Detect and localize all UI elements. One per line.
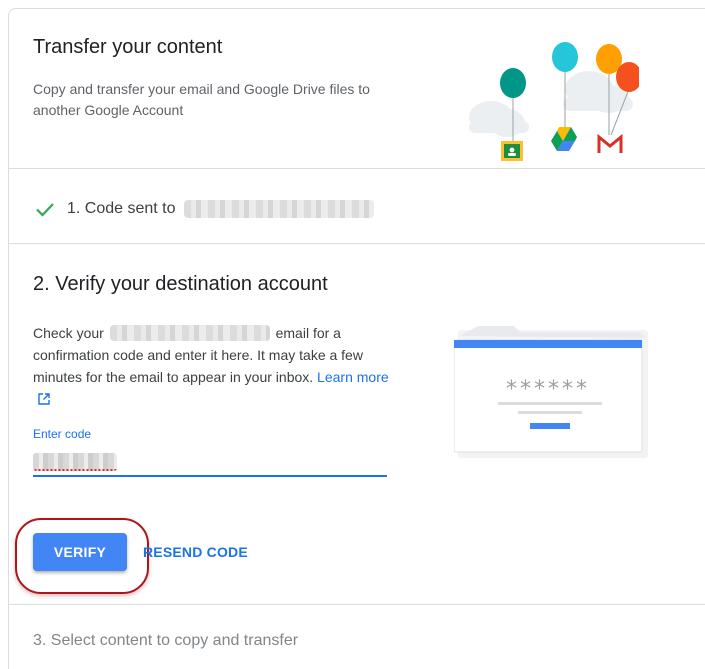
step-1-row: 1. Code sent to [33, 197, 374, 221]
gmail-icon [597, 133, 623, 153]
code-field-label: Enter code [33, 427, 92, 441]
balloon-teal [500, 68, 526, 98]
verify-button[interactable]: VERIFY [33, 533, 127, 571]
page-description: Copy and transfer your email and Google … [33, 81, 370, 118]
balloons-illustration [469, 42, 639, 161]
redacted-email [183, 200, 374, 218]
divider [9, 604, 705, 605]
instructions-text-before: Check your [33, 325, 104, 341]
cloud-left [469, 101, 529, 137]
step-2-instructions: Check your email for a confirmation code… [33, 322, 393, 410]
page-title: Transfer your content [33, 36, 223, 58]
external-link-icon [38, 393, 50, 405]
redacted-destination-email [109, 325, 270, 341]
drive-icon [551, 127, 577, 151]
step-3-title: 3. Select content to copy and transfer [33, 632, 299, 649]
step-1-label: 1. Code sent to [67, 200, 176, 217]
learn-more-text: Learn more [317, 369, 389, 385]
resend-code-button[interactable]: RESEND CODE [143, 541, 248, 563]
step-2-title: 2. Verify your destination account [33, 273, 328, 295]
classroom-icon [501, 141, 523, 161]
illustration-code-text: ****** [506, 377, 590, 402]
redacted-code-value [33, 453, 117, 471]
transfer-card: Transfer your content Copy and transfer … [8, 8, 705, 669]
balloon-cyan [552, 42, 578, 72]
code-email-illustration: ****** [454, 326, 648, 458]
check-icon [36, 203, 54, 217]
divider [9, 168, 705, 169]
divider [9, 243, 705, 244]
